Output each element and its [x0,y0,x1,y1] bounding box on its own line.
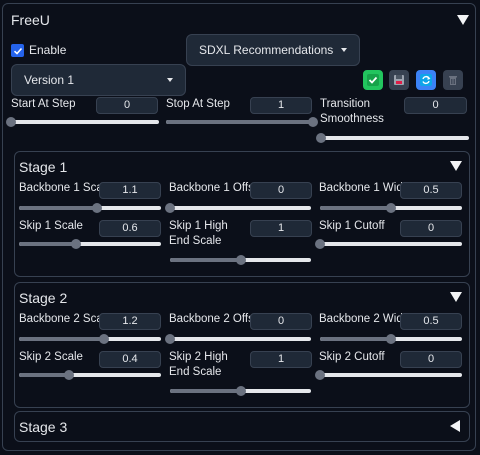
chevron-down-icon [167,78,173,82]
skip-1-cutoff-label: Skip 1 Cutoff [319,220,385,232]
stage-3-section[interactable] [14,411,470,442]
skip-2-scale-input[interactable]: 0.4 [99,351,161,368]
backbone-2-scale-slider[interactable] [19,334,161,344]
transition-smoothness-slider[interactable] [316,133,469,143]
save-button[interactable] [389,70,409,90]
slider-thumb[interactable] [386,203,396,213]
trash-icon [449,76,457,85]
collapse-triangle-icon[interactable] [450,292,462,302]
check-icon [367,74,379,86]
stage-2-title: Stage 2 [19,290,68,306]
skip-2-high-end-scale-input[interactable]: 1 [250,351,312,368]
skip-2-high-end-scale-label: Skip 2 High End Scale [169,351,228,378]
backbone-2-offset-input[interactable]: 0 [250,313,312,330]
stop-at-step-input[interactable]: 1 [250,97,312,114]
skip-1-cutoff-slider[interactable] [315,239,462,249]
refresh-button[interactable] [416,70,436,90]
start-at-step-slider[interactable] [6,117,159,127]
backbone-1-width-slider[interactable] [320,203,462,213]
slider-fill [320,206,391,210]
stage-3-title: Stage 3 [19,419,68,435]
skip-1-high-end-scale-label: Skip 1 High End Scale [169,220,228,247]
slider-thumb[interactable] [316,133,326,143]
skip-2-scale-slider[interactable] [19,370,161,380]
expand-triangle-icon[interactable] [450,420,460,432]
save-icon [394,75,404,85]
backbone-1-offset-slider[interactable] [165,203,311,213]
slider-thumb[interactable] [308,117,318,127]
slider-fill [320,337,391,341]
checkmark-icon [13,47,22,55]
slider-thumb[interactable] [6,117,16,127]
slider-fill [170,389,241,393]
stage-1-title: Stage 1 [19,159,68,175]
stop-at-step-slider[interactable] [166,117,318,127]
enable-label: Enable [29,43,67,57]
slider-thumb[interactable] [235,255,246,265]
delete-button[interactable] [443,70,463,90]
enable-checkbox[interactable] [11,44,24,57]
backbone-1-scale-slider[interactable] [19,203,161,213]
slider-fill [19,337,105,341]
skip-1-cutoff-input[interactable]: 0 [400,220,462,237]
recommendations-dropdown[interactable]: SDXL Recommendations [186,34,360,66]
slider-thumb[interactable] [315,239,325,249]
skip-2-cutoff-label: Skip 2 Cutoff [319,351,385,363]
start-at-step-input[interactable]: 0 [96,97,158,114]
stop-at-step-label: Stop At Step [166,98,230,110]
skip-1-scale-input[interactable]: 0.6 [99,220,161,237]
backbone-2-offset-slider[interactable] [165,334,311,344]
slider-thumb[interactable] [386,334,396,344]
skip-1-high-end-scale-input[interactable]: 1 [250,220,312,237]
slider-fill [19,242,76,246]
refresh-icon [420,74,432,86]
collapse-triangle-icon[interactable] [450,161,462,171]
slider-fill [19,373,69,377]
backbone-1-offset-input[interactable]: 0 [250,182,312,199]
collapse-triangle-icon[interactable] [457,15,469,25]
skip-1-scale-slider[interactable] [19,239,161,249]
skip-1-high-end-scale-slider[interactable] [170,255,311,265]
backbone-2-width-label: Backbone 2 Width [319,313,413,325]
slider-thumb[interactable] [165,334,175,344]
skip-2-cutoff-input[interactable]: 0 [400,351,462,368]
skip-2-high-end-scale-slider[interactable] [170,386,311,396]
slider-thumb[interactable] [63,370,74,380]
backbone-1-width-label: Backbone 1 Width [319,182,413,194]
backbone-2-width-slider[interactable] [320,334,462,344]
chevron-down-icon [341,48,347,52]
slider-thumb[interactable] [165,203,175,213]
version-dropdown[interactable]: Version 1 [11,64,186,96]
transition-smoothness-label: Transition Smoothness [320,98,384,125]
backbone-2-scale-input[interactable]: 1.2 [99,313,161,330]
backbone-1-scale-input[interactable]: 1.1 [99,182,161,199]
slider-thumb[interactable] [315,370,325,380]
slider-fill [170,258,241,262]
backbone-2-width-input[interactable]: 0.5 [400,313,462,330]
recommendations-value: SDXL Recommendations [199,43,334,57]
slider-thumb[interactable] [235,386,246,396]
skip-2-scale-label: Skip 2 Scale [19,351,83,363]
slider-fill [19,206,98,210]
panel-title: FreeU [11,12,50,28]
start-at-step-label: Start At Step [11,98,76,110]
transition-smoothness-input[interactable]: 0 [404,97,467,114]
backbone-2-scale-label: Backbone 2 Scale [19,313,112,325]
slider-thumb[interactable] [70,239,81,249]
backbone-1-scale-label: Backbone 1 Scale [19,182,112,194]
skip-2-cutoff-slider[interactable] [315,370,462,380]
version-value: Version 1 [24,73,75,87]
apply-check-button[interactable] [363,70,383,90]
backbone-1-width-input[interactable]: 0.5 [400,182,462,199]
slider-fill [166,120,313,124]
skip-1-scale-label: Skip 1 Scale [19,220,83,232]
freeu-panel: FreeU Enable SDXL Recommendations Versio… [2,3,476,451]
